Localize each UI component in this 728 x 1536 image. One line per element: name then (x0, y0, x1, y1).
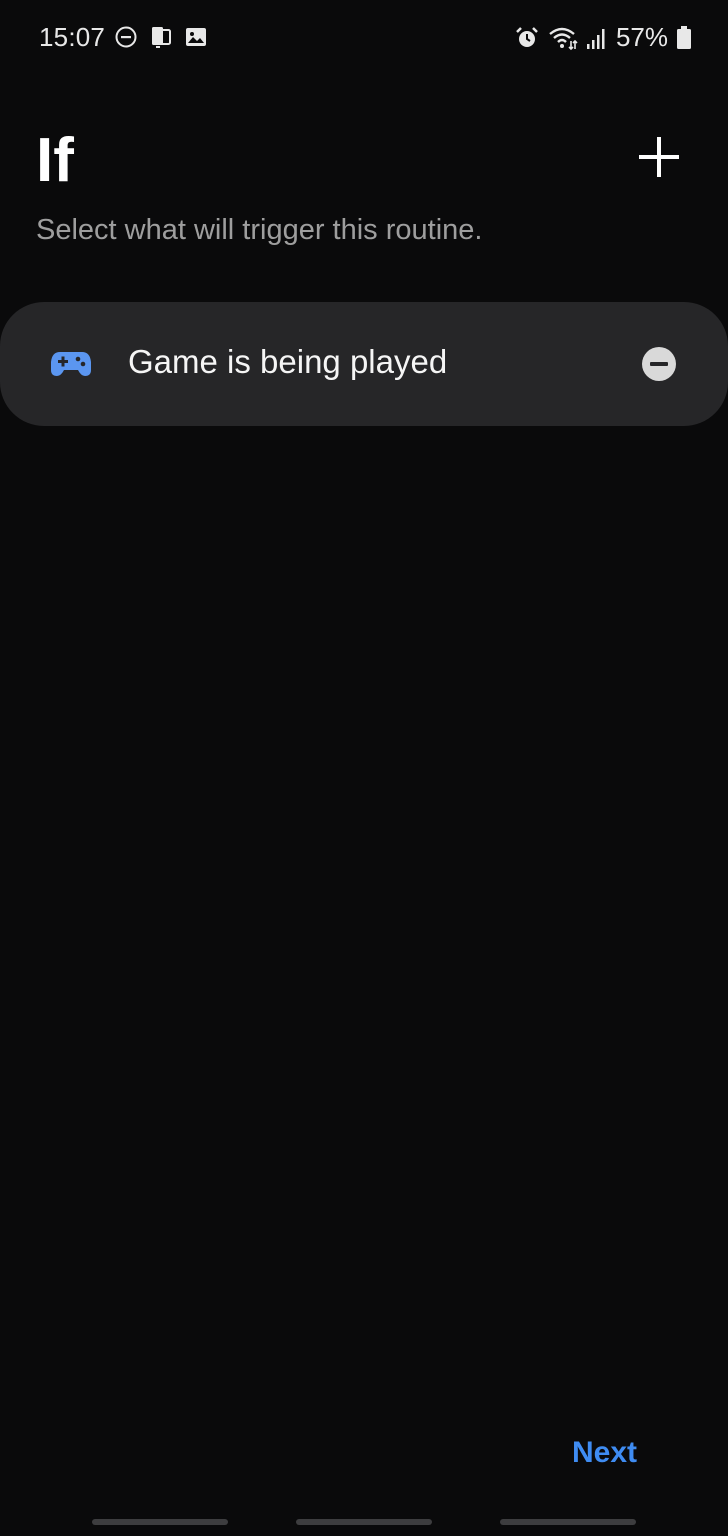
plus-icon (637, 135, 681, 184)
nav-back-button[interactable] (500, 1519, 636, 1525)
page-subtitle: Select what will trigger this routine. (36, 214, 483, 246)
status-time: 15:07 (39, 22, 106, 52)
nav-recents-button[interactable] (92, 1519, 228, 1525)
next-button[interactable]: Next (572, 1436, 637, 1470)
signal-icon (586, 26, 608, 50)
image-icon (184, 25, 208, 49)
add-trigger-button[interactable] (628, 128, 690, 190)
navigation-bar (0, 1510, 728, 1536)
status-left-icons (114, 24, 208, 50)
battery-percentage: 57% (615, 22, 668, 52)
alarm-icon (514, 25, 540, 51)
trigger-label: Game is being played (128, 343, 448, 380)
phone-sync-icon (148, 24, 174, 50)
gamepad-icon (50, 346, 92, 382)
status-right-icons: 57% (514, 22, 692, 53)
wifi-icon (548, 25, 578, 51)
do-not-disturb-icon (114, 25, 138, 49)
remove-trigger-button[interactable] (641, 346, 677, 382)
nav-home-button[interactable] (296, 1519, 432, 1525)
minus-circle-icon (641, 347, 677, 386)
page-title: If (36, 126, 74, 195)
status-bar: 15:07 57% (0, 0, 728, 72)
battery-icon (676, 25, 692, 51)
trigger-item[interactable]: Game is being played (0, 302, 728, 426)
